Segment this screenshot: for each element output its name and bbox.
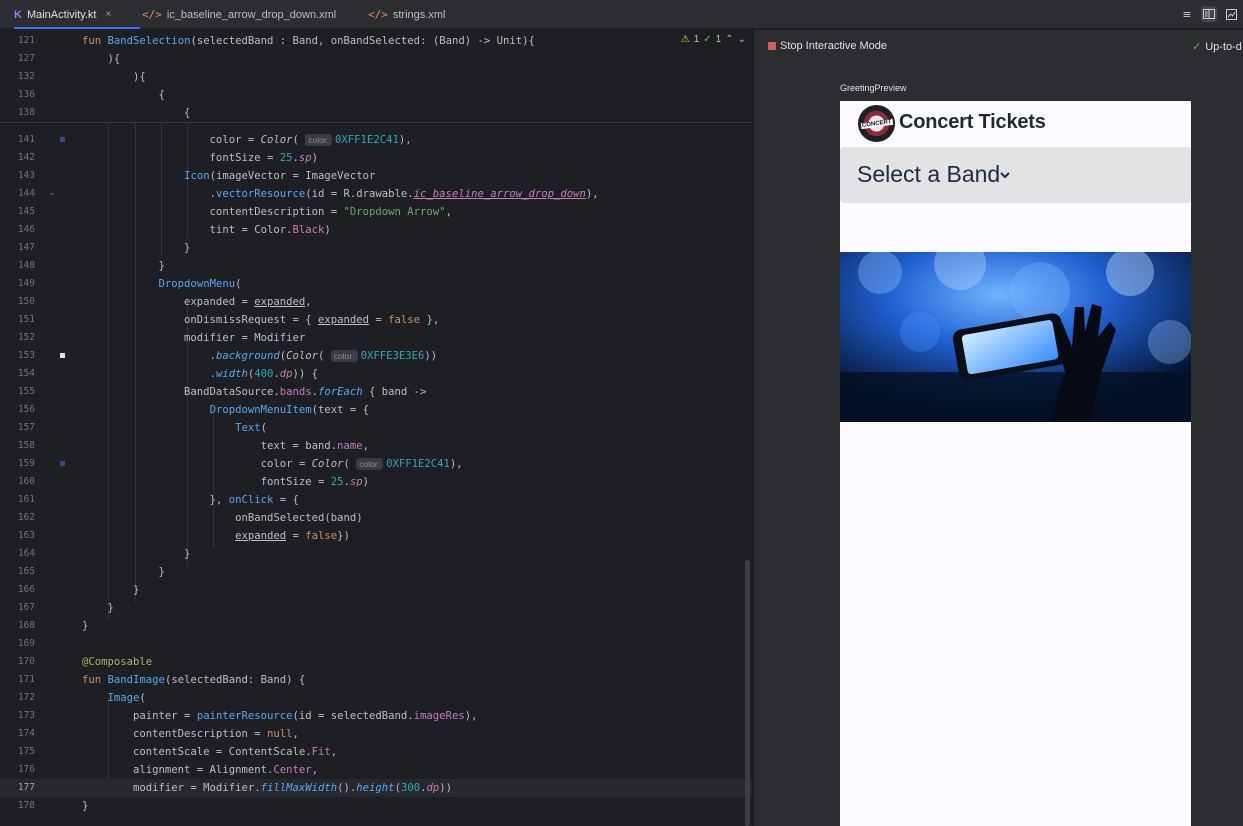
compose-preview-pane: Stop Interactive Mode ✓ Up-to-d Greeting…	[753, 30, 1243, 826]
code-line: 148 }	[17, 260, 165, 272]
kotlin-file-icon: K	[14, 8, 22, 21]
code-line: 142 fontSize = 25.sp)	[17, 152, 319, 164]
sticky-lines-divider	[0, 122, 752, 123]
code-line: 173 painter = painterResource(id = selec…	[17, 710, 478, 722]
code-line: 152 modifier = Modifier	[17, 332, 306, 344]
code-line: 163 expanded = false})	[17, 530, 350, 542]
check-icon: ✓	[1192, 41, 1202, 53]
code-line: 153 .background(Color( color: 0XFFE3E3E6)…	[17, 350, 438, 362]
code-line: 159 color = Color( color: 0XFF1E2C41),	[17, 458, 463, 470]
code-line: 136 {	[17, 89, 165, 101]
editor-tab-bar: K MainActivity.kt × </> ic_baseline_arro…	[0, 0, 1243, 29]
app-header: CONCERT Concert Tickets	[840, 101, 1191, 146]
code-line: 127 ){	[17, 53, 121, 65]
code-line: 149 DropdownMenu(	[17, 278, 242, 290]
tab-label: ic_baseline_arrow_drop_down.xml	[166, 8, 337, 21]
xml-file-icon: </>	[368, 8, 388, 21]
color-swatch-icon[interactable]	[60, 353, 65, 358]
stop-interactive-label: Stop Interactive Mode	[780, 40, 888, 52]
code-line: 138 {	[17, 107, 191, 119]
code-line: 178}	[17, 800, 89, 812]
code-line: 147 }	[17, 242, 191, 254]
color-swatch-icon[interactable]	[60, 137, 65, 142]
code-line: 161 }, onClick = {	[17, 494, 299, 506]
code-line: 155 BandDataSource.bands.forEach { band …	[17, 386, 427, 398]
code-line: 154 .width(400.dp)) {	[17, 368, 319, 380]
tab-arrow-drop-down-xml[interactable]: </> ic_baseline_arrow_drop_down.xml	[142, 0, 336, 29]
band-select-label: Select a Band	[857, 161, 1001, 187]
arrow-drop-down-icon	[1000, 172, 1010, 179]
code-editor[interactable]: ⚠ 1 ✓ 1 ⌃ ⌄ 121 fun BandSelection(selectedB…	[0, 30, 752, 826]
xml-file-icon: </>	[142, 8, 162, 21]
code-line: 156 DropdownMenuItem(text = {	[17, 404, 370, 416]
code-line: 162 onBandSelected(band)	[17, 512, 363, 524]
code-line: 151 onDismissRequest = { expanded = fals…	[17, 314, 440, 326]
code-line: 150 expanded = expanded,	[17, 296, 312, 308]
app-title: Concert Tickets	[899, 111, 1046, 133]
code-line: 174 contentDescription = null,	[17, 728, 299, 740]
tab-label: MainActivity.kt	[26, 8, 97, 21]
code-line: 172 Image(	[17, 692, 146, 704]
code-line: 165 }	[17, 566, 165, 578]
preview-toolbar: Stop Interactive Mode ✓ Up-to-d	[754, 30, 1243, 62]
code-line: 160 fontSize = 25.sp)	[17, 476, 370, 488]
concert-image	[840, 252, 1191, 422]
code-line: 143 Icon(imageVector = ImageVector	[17, 170, 376, 182]
editor-scrollbar[interactable]	[745, 560, 750, 826]
code-line: 168}	[17, 620, 89, 632]
code-view-icon[interactable]: ≡	[1179, 6, 1195, 22]
current-code-line: 177 modifier = Modifier.fillMaxWidth().h…	[0, 779, 752, 797]
device-preview[interactable]: CONCERT Concert Tickets Select a Band	[840, 101, 1191, 826]
stop-icon	[768, 42, 776, 50]
code-line: 141 color = Color( color: 0XFF1E2C41),	[17, 134, 412, 146]
code-line: 170 @Composable	[17, 656, 153, 668]
code-line: 175 contentScale = ContentScale.Fit,	[17, 746, 338, 758]
code-line: 146 tint = Color.Black)	[17, 224, 331, 236]
preview-status: ✓ Up-to-d	[1192, 40, 1242, 54]
code-line: 157 Text(	[17, 422, 267, 434]
code-line: 176 alignment = Alignment.Center,	[17, 764, 319, 776]
color-swatch-icon[interactable]	[60, 461, 65, 466]
design-view-icon[interactable]	[1223, 6, 1239, 22]
concert-logo-icon: CONCERT	[858, 105, 895, 142]
code-line: 132 ){	[17, 71, 146, 83]
stop-interactive-button[interactable]: Stop Interactive Mode	[768, 40, 887, 52]
view-mode-toolbar: ≡	[1179, 6, 1239, 22]
code-line: 166 }	[17, 584, 140, 596]
tab-label: strings.xml	[392, 8, 446, 21]
code-line: 167 }	[17, 602, 114, 614]
code-line: 158 text = band.name,	[17, 440, 370, 452]
close-icon[interactable]: ×	[105, 9, 111, 20]
code-line: 121 fun BandSelection(selectedBand : Band…	[17, 35, 535, 47]
band-select-dropdown[interactable]: Select a Band	[840, 147, 1191, 203]
code-line: 169	[17, 638, 35, 649]
preview-status-label: Up-to-d	[1205, 40, 1242, 53]
code-line: 171 fun BandImage(selectedBand: Band) {	[17, 674, 306, 686]
split-view-icon[interactable]	[1201, 6, 1217, 22]
fold-icon[interactable]: ⌄	[49, 188, 56, 197]
preview-name: GreetingPreview	[840, 83, 907, 93]
tab-strings-xml[interactable]: </> strings.xml	[368, 0, 445, 29]
tab-mainactivity[interactable]: K MainActivity.kt ×	[14, 0, 140, 29]
code-line: 164 }	[17, 548, 191, 560]
code-line: 145 contentDescription = "Dropdown Arrow…	[17, 206, 452, 218]
code-line: 144 .vectorResource(id = R.drawable.ic_b…	[17, 188, 599, 200]
